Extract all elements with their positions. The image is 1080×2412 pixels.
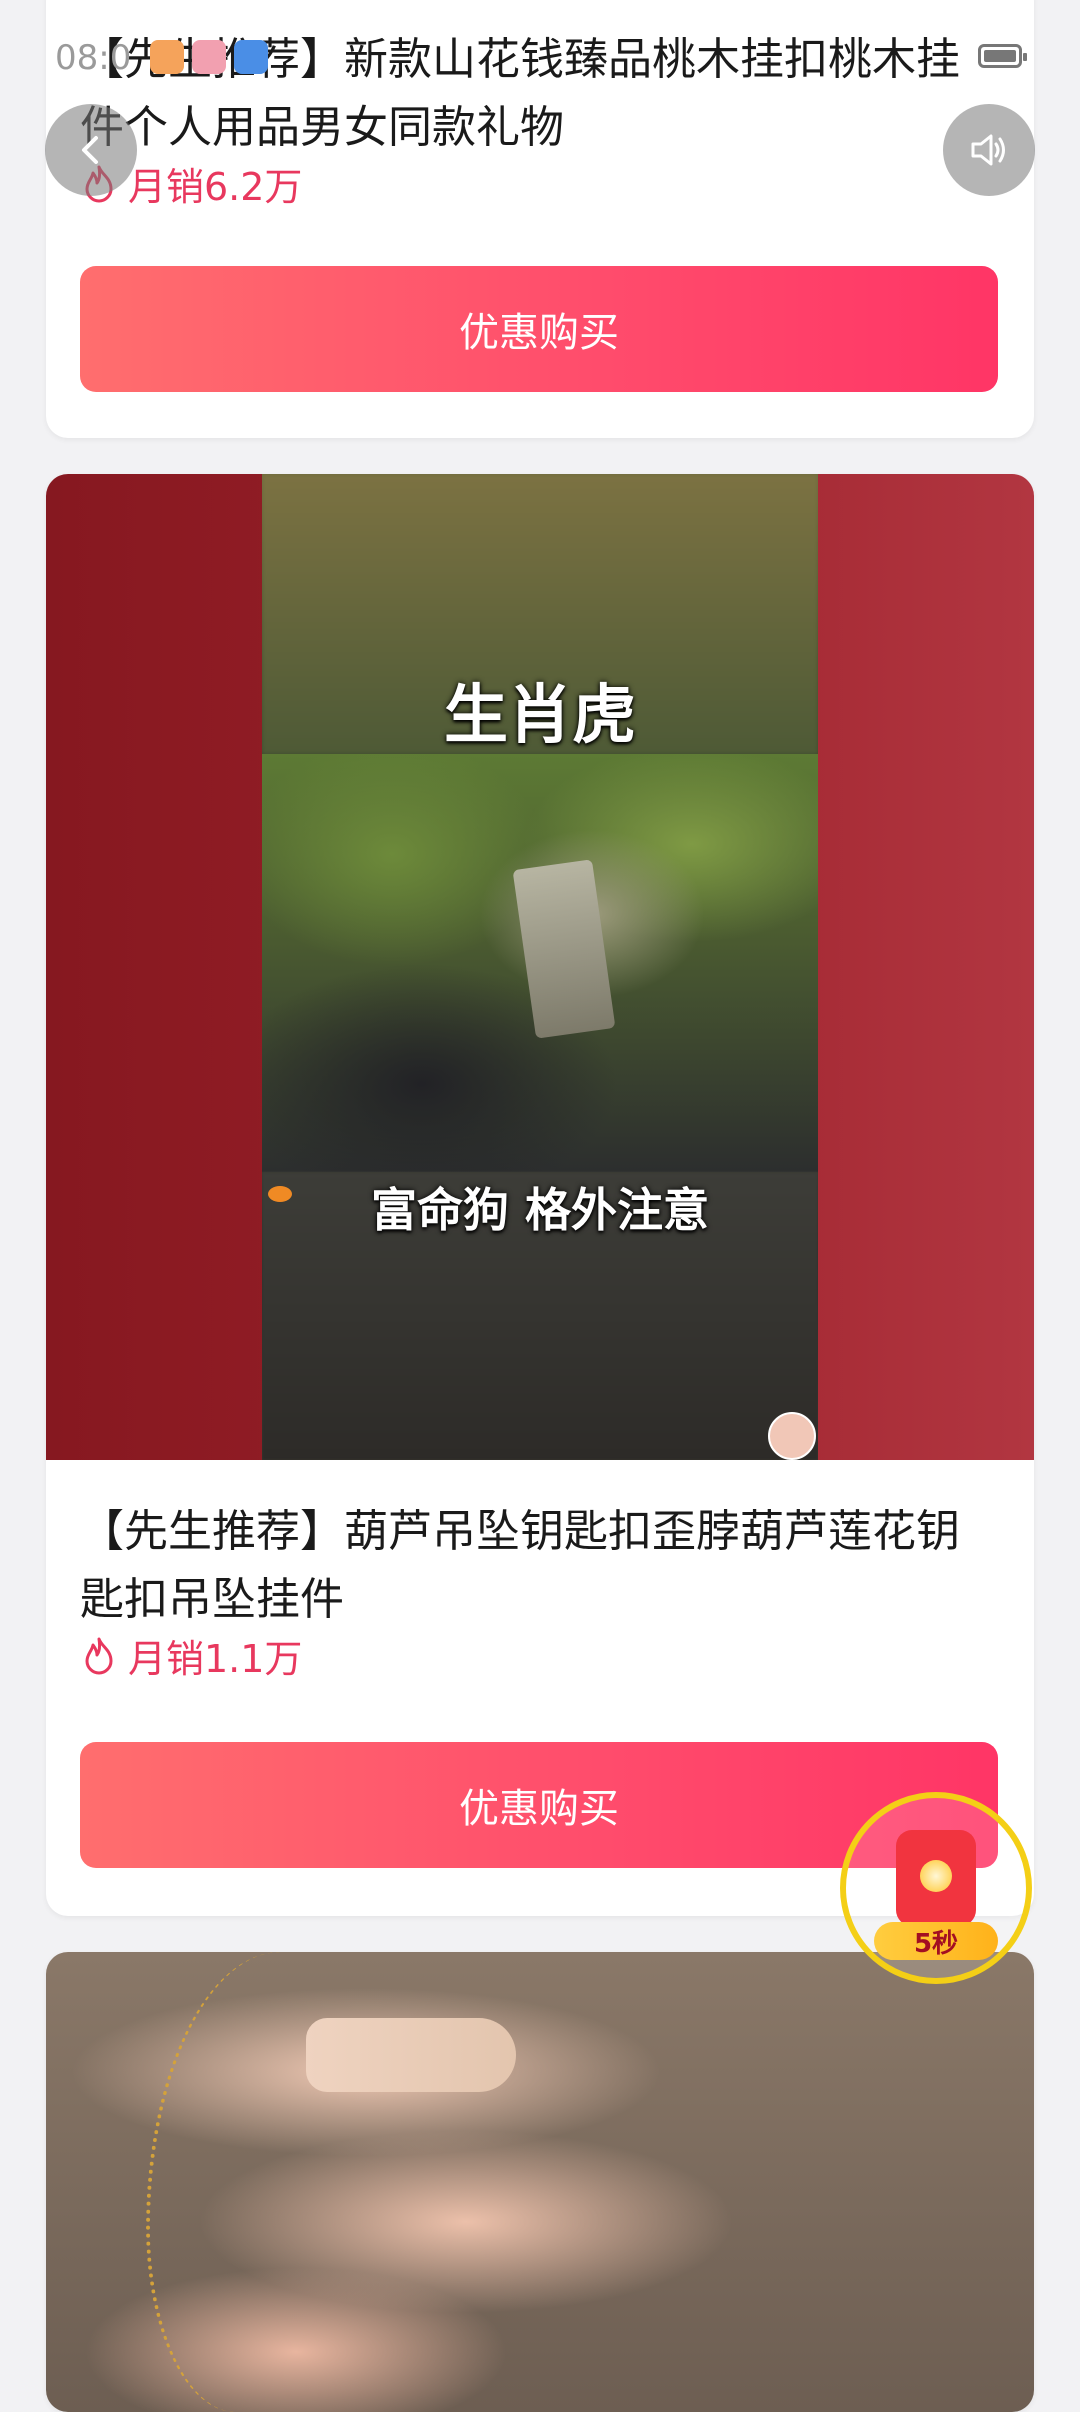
chevron-left-icon — [82, 136, 98, 164]
sticker-icon — [268, 1186, 292, 1202]
app-notification-icon — [192, 40, 226, 74]
product-title[interactable]: 【先生推荐】葫芦吊坠钥匙扣歪脖葫芦莲花钥匙扣吊坠挂件 — [80, 1498, 994, 1634]
sales-text: 月销1.1万 — [128, 1637, 303, 1681]
app-notification-icon — [150, 40, 184, 74]
flame-icon — [85, 1637, 113, 1674]
buy-button[interactable]: 优惠购买 — [80, 266, 998, 392]
coin-icon — [920, 1860, 952, 1892]
sales-text: 月销6.2万 — [128, 165, 303, 209]
battery-icon — [978, 44, 1027, 68]
status-bar: 08:0 — [0, 0, 1080, 110]
video-caption-bottom: 富命狗 格外注意 — [370, 1183, 709, 1237]
video-frame: 生肖虎 富命狗 格外注意 — [262, 474, 818, 1460]
red-packet-widget[interactable]: 5秒 — [840, 1792, 1032, 1984]
monthly-sales: 月销1.1万 — [80, 1628, 302, 1683]
fingernail — [306, 2018, 516, 2092]
countdown-badge: 5秒 — [874, 1922, 998, 1960]
app-notification-icon — [234, 40, 268, 74]
notification-icons — [150, 40, 268, 74]
product-card[interactable]: 生肖虎 富命狗 格外注意 【先生推荐】葫芦吊坠钥匙扣歪脖葫芦莲花钥匙扣吊坠挂件 … — [46, 474, 1034, 1916]
sound-toggle-button[interactable] — [943, 104, 1035, 196]
video-caption-top: 生肖虎 — [444, 679, 636, 753]
product-image[interactable] — [46, 1952, 1034, 2412]
product-card[interactable] — [46, 1952, 1034, 2412]
product-video[interactable]: 生肖虎 富命狗 格外注意 — [46, 474, 1034, 1460]
avatar — [768, 1412, 816, 1460]
status-time: 08:0 — [55, 38, 132, 78]
back-button[interactable] — [45, 104, 137, 196]
speaker-icon — [971, 134, 1005, 166]
